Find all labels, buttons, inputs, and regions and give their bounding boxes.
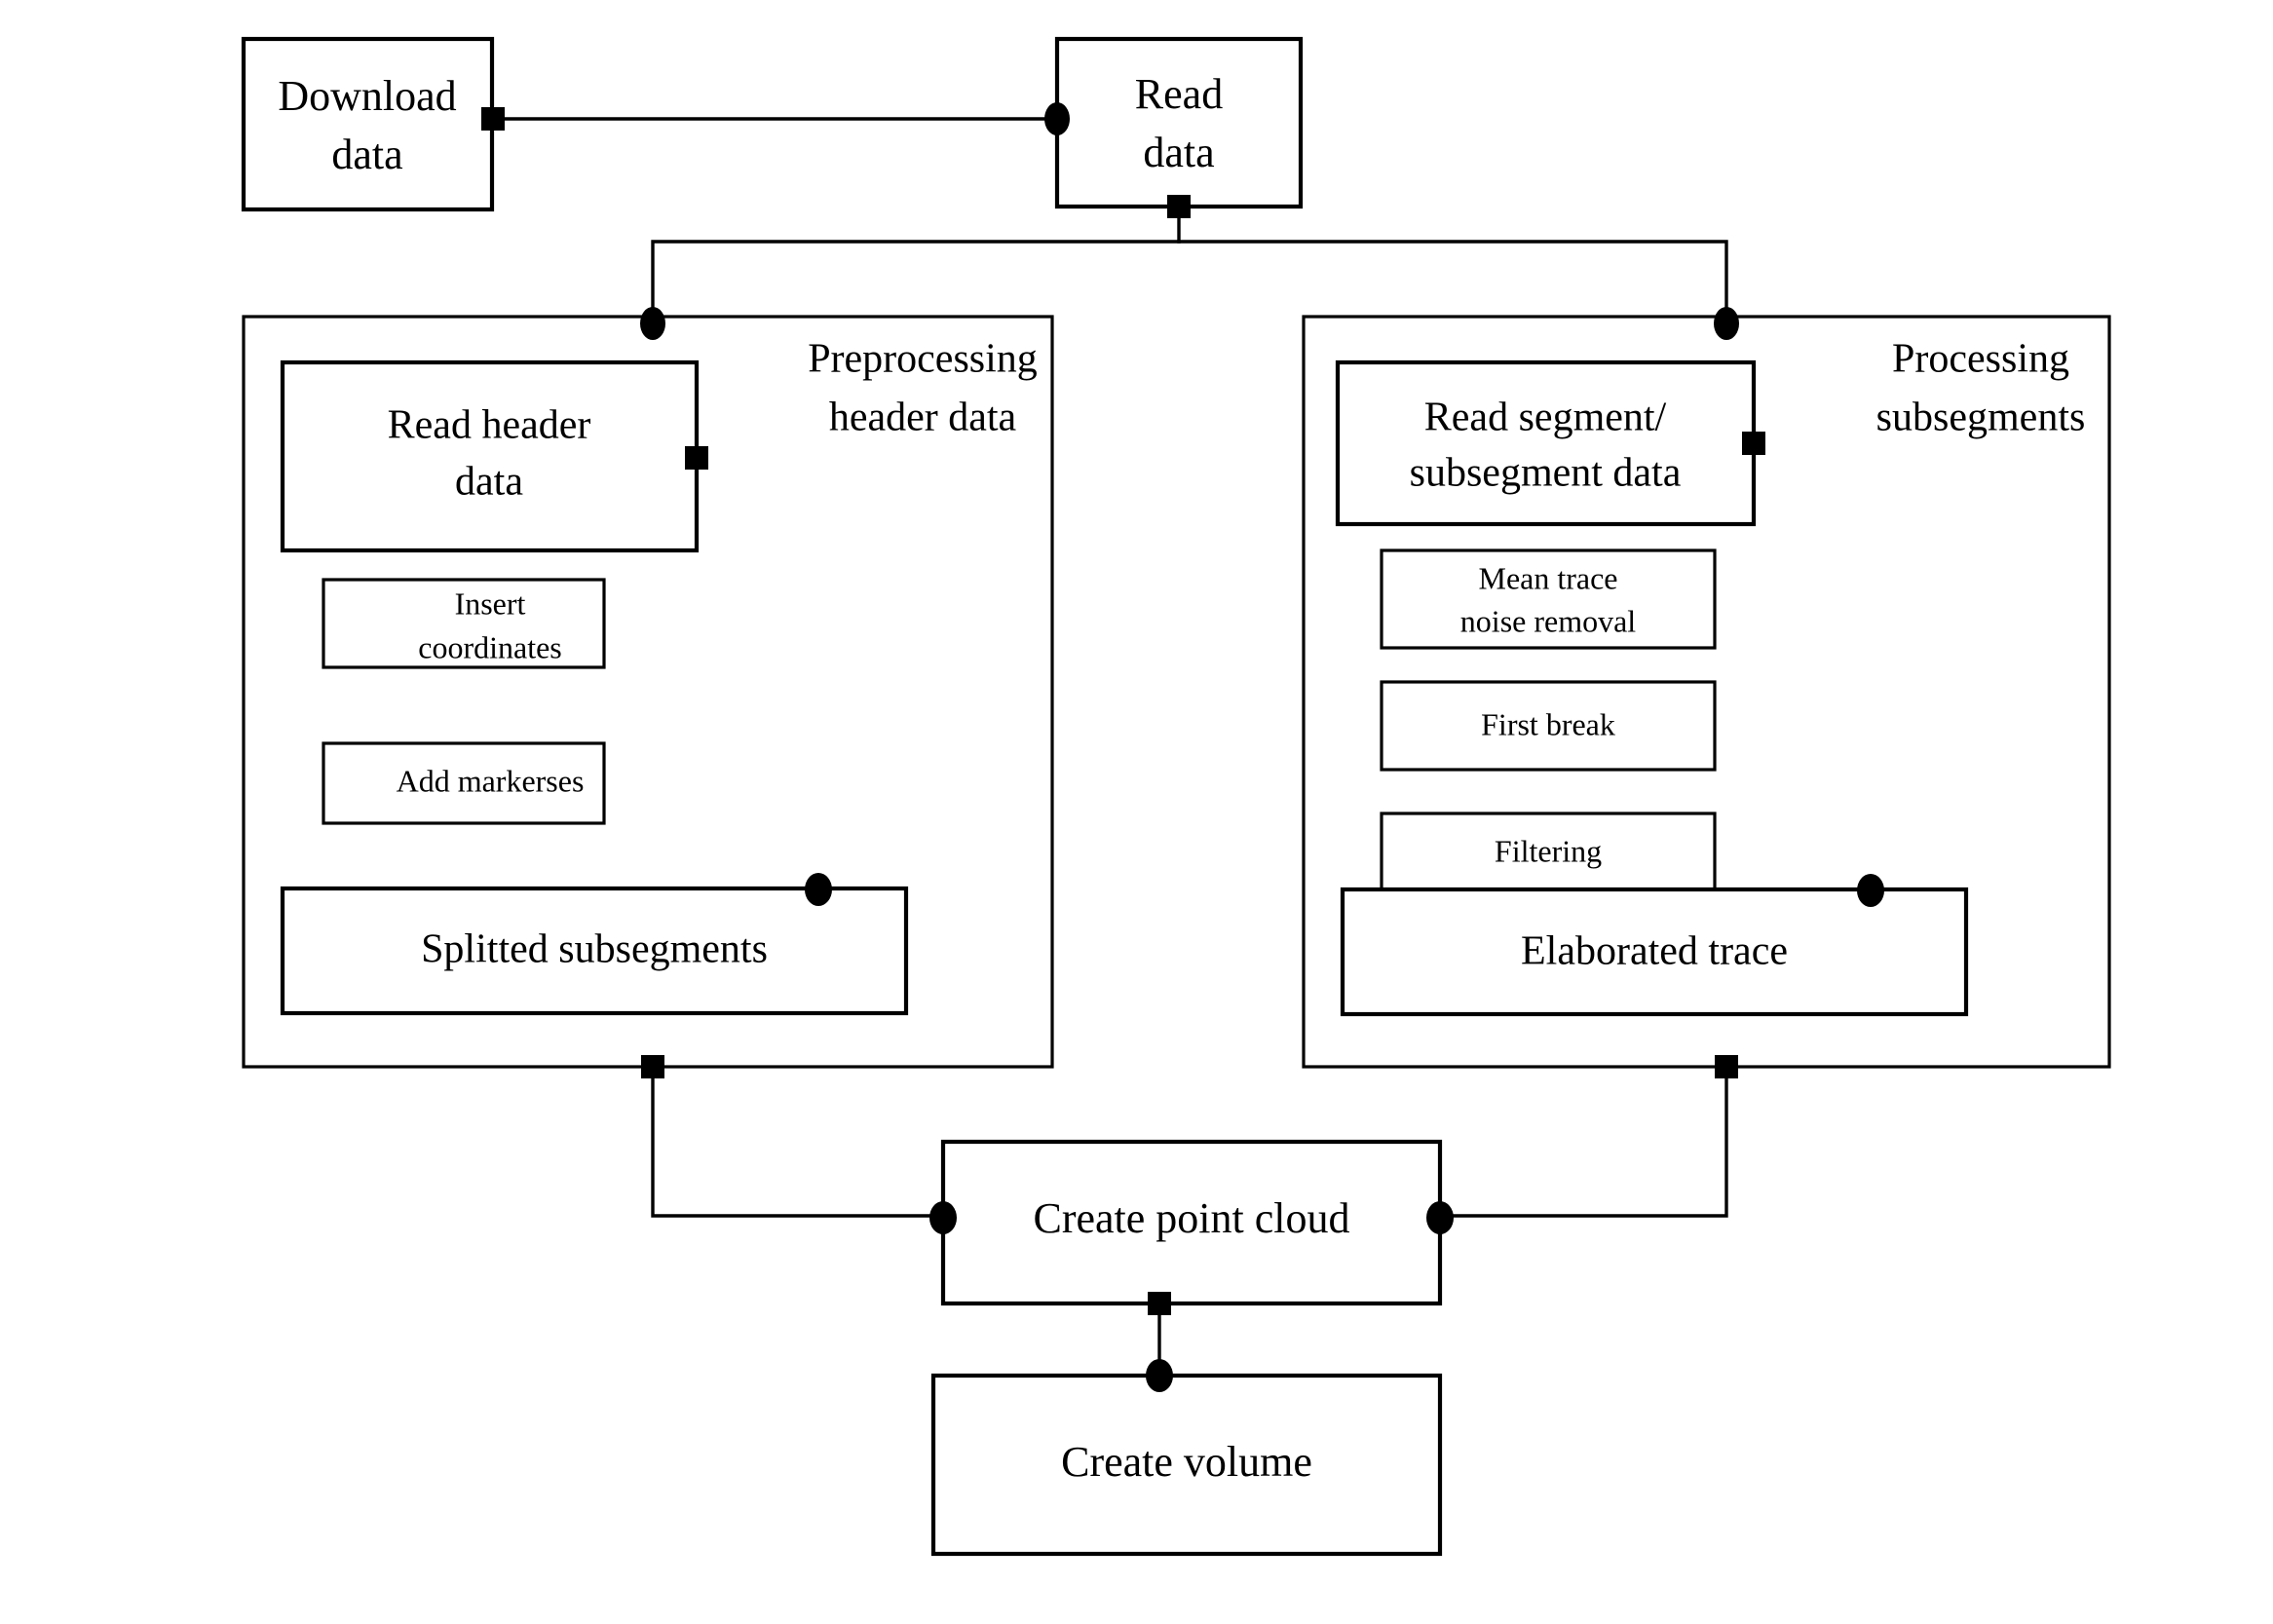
port-circle-pointcloud-in-left xyxy=(929,1201,957,1234)
port-circle-volume-in xyxy=(1146,1359,1173,1392)
node-first-break[interactable]: First break xyxy=(1380,680,1717,772)
node-mean-trace-noise-removal-label-line1: Mean trace xyxy=(1478,560,1617,595)
flowchart-canvas: Preprocessing header data Processing sub… xyxy=(0,0,2273,1624)
node-read-data-border xyxy=(1054,36,1304,209)
node-insert-coordinates-label-line2: coordinates xyxy=(418,629,562,664)
node-read-header-data[interactable]: Read header data xyxy=(280,359,700,553)
port-square-pointcloud-out xyxy=(1148,1292,1171,1315)
node-read-segment-data[interactable]: Read segment/ subsegment data xyxy=(1335,359,1757,527)
edge-read-to-processing xyxy=(1177,240,1728,325)
node-download-data-border xyxy=(241,36,495,212)
port-circle-processing-in xyxy=(1714,307,1739,340)
group-processing-label-line2: subsegments xyxy=(1876,396,2086,440)
edge-processing-to-pointcloud xyxy=(1438,1065,1728,1218)
node-filtering[interactable]: Filtering xyxy=(1380,812,1717,893)
node-create-volume-label: Create volume xyxy=(1061,1438,1312,1486)
node-read-header-data-border xyxy=(280,359,700,553)
port-square-preprocessing-out xyxy=(641,1055,664,1078)
node-mean-trace-noise-removal-label-line2: noise removal xyxy=(1460,603,1637,638)
node-read-data-label-line2: data xyxy=(1143,129,1214,176)
node-read-data-label-line1: Read xyxy=(1135,70,1223,118)
node-read-segment-data-label-line2: subsegment data xyxy=(1410,451,1682,496)
node-read-data[interactable]: Read data xyxy=(1054,36,1304,209)
port-circle-splitted-in xyxy=(805,873,832,906)
port-circle-readdata-in xyxy=(1044,102,1070,135)
edge-read-to-preprocessing xyxy=(651,205,1181,325)
port-square-processing-out xyxy=(1715,1055,1738,1078)
node-download-data-label-line1: Download xyxy=(278,72,456,120)
port-circle-preprocessing-in xyxy=(640,307,665,340)
group-processing-label-line1: Processing xyxy=(1892,337,2069,382)
node-read-segment-data-border xyxy=(1335,359,1757,527)
port-square-download-out xyxy=(481,107,505,131)
node-elaborated-trace[interactable]: Elaborated trace xyxy=(1340,887,1969,1017)
node-first-break-label: First break xyxy=(1481,706,1615,741)
node-insert-coordinates[interactable]: Insert coordinates xyxy=(322,578,606,669)
node-elaborated-trace-label: Elaborated trace xyxy=(1521,929,1788,974)
port-square-readdata-out xyxy=(1167,195,1191,218)
node-insert-coordinates-label-line1: Insert xyxy=(455,585,526,621)
node-mean-trace-noise-removal[interactable]: Mean trace noise removal xyxy=(1380,548,1717,650)
node-splitted-subsegments-label: Splitted subsegments xyxy=(421,927,768,972)
node-read-segment-data-label-line1: Read segment/ xyxy=(1424,396,1667,440)
port-circle-elaborated-in xyxy=(1857,874,1884,907)
node-splitted-subsegments[interactable]: Splitted subsegments xyxy=(280,886,909,1016)
node-read-header-data-label-line1: Read header xyxy=(388,403,591,448)
node-create-point-cloud-label: Create point cloud xyxy=(1033,1194,1349,1242)
port-square-readheader-out xyxy=(685,446,708,470)
node-add-markerses-label: Add markerses xyxy=(397,763,585,798)
node-read-header-data-label-line2: data xyxy=(455,460,523,505)
group-preprocessing-label-line2: header data xyxy=(829,396,1017,440)
group-preprocessing-label-line1: Preprocessing xyxy=(808,337,1038,382)
node-download-data[interactable]: Download data xyxy=(241,36,495,212)
node-add-markerses[interactable]: Add markerses xyxy=(322,741,606,825)
node-download-data-label-line2: data xyxy=(331,131,402,178)
port-square-readsegment-out xyxy=(1742,432,1765,455)
edge-preprocessing-to-pointcloud xyxy=(651,1065,945,1218)
node-create-point-cloud[interactable]: Create point cloud xyxy=(940,1139,1443,1306)
node-create-volume[interactable]: Create volume xyxy=(930,1373,1443,1557)
flowchart-svg: Preprocessing header data Processing sub… xyxy=(241,36,2111,1557)
port-circle-pointcloud-in-right xyxy=(1426,1201,1454,1234)
node-filtering-label: Filtering xyxy=(1495,833,1602,868)
